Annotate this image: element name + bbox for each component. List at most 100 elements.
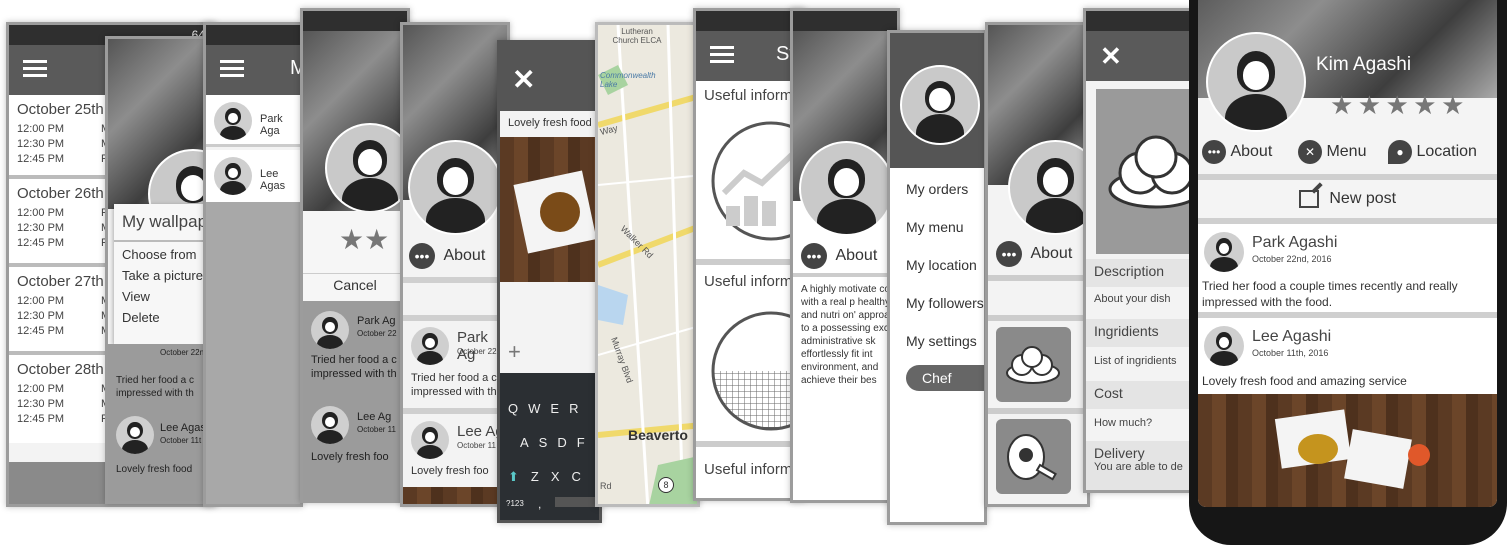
screen-wallpaper-dialog: My wallpap Choose from Take a picture Vi… [105,36,215,504]
star-icon: ★ [1441,90,1465,120]
status-bar [303,11,407,31]
key[interactable]: A [520,435,539,450]
status-bar [793,11,897,31]
post-text: Lovely fresh foo [411,465,489,477]
profile-avatar[interactable] [1206,32,1306,132]
tab-menu[interactable]: ✕ Menu [1298,140,1366,164]
time: 12:30 PM [17,138,65,150]
time: 12:45 PM [17,237,65,249]
empty-area [206,202,300,504]
field-description[interactable]: About your dish [1094,293,1170,305]
avatar [325,123,407,213]
key[interactable]: E [550,401,569,416]
menu-item-orders[interactable]: My orders [906,181,968,197]
about-icon[interactable]: ••• [996,241,1022,267]
post-card[interactable]: Park Agashi October 22nd, 2016 Tried her… [1198,224,1497,312]
status-bar [696,11,802,31]
star-icon[interactable]: ★ [364,224,389,255]
contact-row[interactable]: Park Aga [206,95,300,147]
post-date: October 11 [457,441,496,450]
close-icon[interactable]: ✕ [1100,41,1122,72]
post-date: October 22 [457,347,497,356]
menu-header [890,33,984,168]
menu-item-followers[interactable]: My followers [906,295,984,311]
time: 12:30 PM [17,398,65,410]
field-ingredients[interactable]: List of ingridients [1094,355,1177,367]
new-post-label: New post [1329,190,1397,207]
star-icon: ★ [1413,90,1437,120]
dish-image[interactable] [1096,89,1190,254]
dialog-option-delete[interactable]: Delete [114,307,212,328]
key[interactable]: R [569,401,588,416]
post-text: Tried her food a c impressed with th [311,354,397,380]
key[interactable]: W [528,401,550,416]
role-badge[interactable]: Chef [906,365,984,391]
key[interactable]: C [572,469,581,484]
key[interactable]: S [539,435,558,450]
hamburger-menu-icon[interactable] [710,46,734,64]
symbols-key[interactable]: ?123 [506,499,524,508]
dialog-option-view[interactable]: View [114,286,212,307]
menu-item-menu[interactable]: My menu [906,219,964,235]
dialog-option-choose[interactable]: Choose from [114,242,212,265]
hamburger-menu-icon[interactable] [23,60,47,78]
post-card[interactable]: Lee Agashi October 11th, 2016 Lovely fre… [1198,318,1497,394]
cancel-button[interactable]: Cancel [303,273,407,293]
dish-card[interactable] [996,419,1071,494]
screen-new-post: ✕ Lovely fresh food + QWER ASDF ⬆ Z X C ?12… [497,40,602,523]
avatar [1008,140,1087,235]
food-photo [500,137,599,282]
key[interactable]: X [551,469,560,484]
field-label-description: Description [1086,259,1190,287]
tab-label: Location [1416,143,1477,160]
menu-item-settings[interactable]: My settings [906,333,977,349]
profile-name: Kim Agashi [1316,54,1412,75]
screen-menu-list: ••• About [985,22,1090,507]
hamburger-menu-icon[interactable] [220,60,244,78]
new-post-button[interactable]: New post [1198,180,1497,218]
about-tab[interactable]: About [443,247,485,264]
about-tab[interactable]: About [1030,245,1072,262]
time: 12:45 PM [17,153,65,165]
post-caption[interactable]: Lovely fresh food [508,117,592,129]
key[interactable]: F [577,435,595,450]
grid-chart-icon [711,311,802,431]
screen-dish-editor: ✕ Description About your dish Ingridient… [1083,8,1193,493]
dialog-option-take-picture[interactable]: Take a picture [114,265,212,286]
screen-statistics: St Useful inform Useful inform Useful in… [693,8,805,501]
contact-name: Park Aga [260,113,283,137]
post-text: Tried her food a c impressed with th [116,375,195,399]
post-name: Lee Ag [357,411,392,423]
rating-stars: ★ ★ ★ ★ ★ [1330,90,1464,121]
contact-row[interactable]: Lee Agas [206,150,300,202]
star-icon: ★ [1385,90,1409,120]
dish-card[interactable] [996,327,1071,402]
avatar [1204,232,1244,272]
shift-key-icon[interactable]: ⬆ [508,469,519,484]
edit-icon [1298,182,1323,208]
keyboard: QWER ASDF ⬆ Z X C ?123 , [500,373,599,520]
menu-item-location[interactable]: My location [906,257,977,273]
about-icon[interactable]: ••• [801,243,827,269]
star-icon[interactable]: ★ [339,224,364,255]
add-icon[interactable]: + [508,339,521,365]
time: 12:45 PM [17,325,65,337]
map-label: Commonwealth Lake [600,71,656,89]
field-cost[interactable]: How much? [1094,417,1152,429]
rating-dialog: ★★ Cancel [303,211,407,301]
field-label-delivery: Delivery [1094,445,1145,461]
tab-label: About [1230,143,1273,160]
key[interactable]: D [557,435,576,450]
cutlery-icon: ✕ [1298,140,1322,164]
about-icon[interactable]: ••• [409,243,435,269]
tab-location[interactable]: ● Location [1388,140,1477,164]
comma-key[interactable]: , [538,497,541,511]
close-icon[interactable]: ✕ [512,63,535,96]
key[interactable]: Q [508,401,528,416]
section-title: Useful inform [704,87,793,104]
tab-about[interactable]: ••• About [1202,140,1272,164]
field-label-ingredients: Ingridients [1086,319,1190,347]
about-tab[interactable]: About [835,247,877,264]
key[interactable]: Z [531,469,539,484]
food-photo [403,487,507,504]
